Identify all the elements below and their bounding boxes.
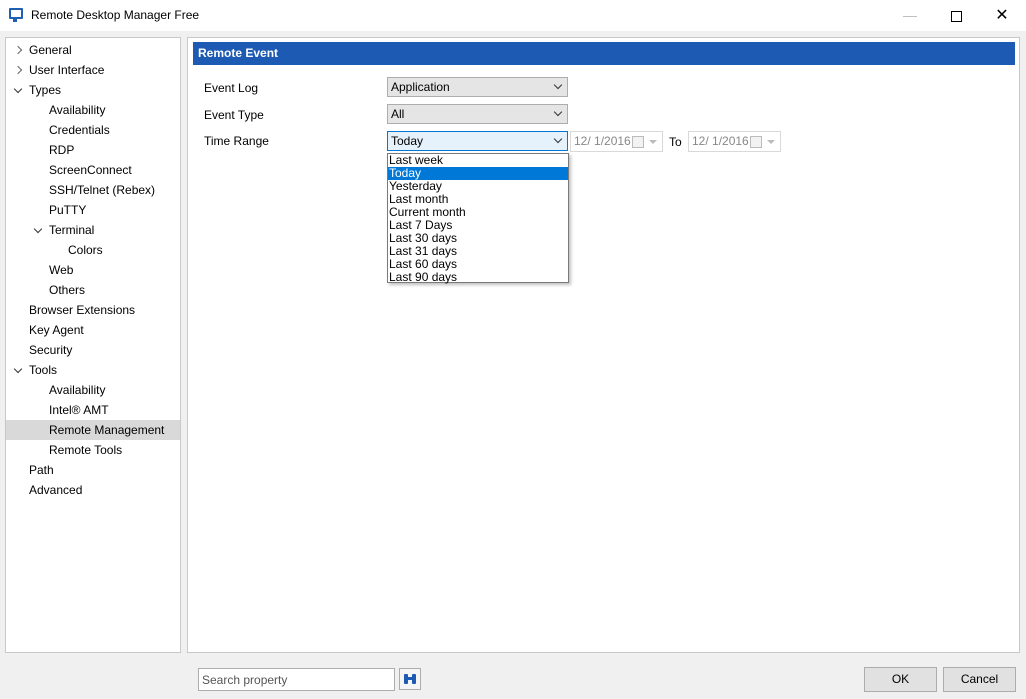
maximize-button[interactable] [933,0,979,31]
chevron-down-icon[interactable] [13,360,23,380]
minimize-button[interactable]: — [887,0,933,31]
chevron-right-icon[interactable] [13,40,23,60]
tree-item[interactable]: Credentials [6,120,180,140]
cancel-button[interactable]: Cancel [943,667,1016,692]
tree-item-label: Remote Management [49,423,165,437]
tree-item-label: ScreenConnect [49,163,132,177]
tree-item-label: Colors [68,243,103,257]
event-log-value: Application [391,80,450,94]
tree-item[interactable]: Path [6,460,180,480]
tree-item-label: Others [49,283,86,297]
tree-item[interactable]: Terminal [6,220,180,240]
tree-item[interactable]: PuTTY [6,200,180,220]
chevron-down-icon[interactable] [33,220,43,240]
maximize-icon [950,10,962,22]
tree-item-label: Web [49,263,74,277]
chevron-down-icon [553,80,563,90]
tree-item-label: SSH/Telnet (Rebex) [49,183,156,197]
time-range-dropdown-list[interactable]: Last week Today Yesterday Last month Current… [387,153,569,284]
tree-item[interactable]: Web [6,260,180,280]
tree-item[interactable]: Others [6,280,180,300]
event-type-value: All [391,107,405,121]
tree-item-label: Availability [49,103,106,117]
tree-item[interactable]: Advanced [6,480,180,500]
tree-item-label: Key Agent [29,323,84,337]
search-property-input[interactable] [198,668,395,691]
tree-item-label: Types [29,83,62,97]
chevron-down-icon [553,134,563,144]
app-icon [9,8,23,22]
event-log-label: Event Log [204,81,259,95]
tree-item-label: Terminal [49,223,95,237]
section-header: Remote Event [193,42,1015,65]
title-bar: Remote Desktop Manager Free — ✕ [0,0,1026,31]
event-type-combo[interactable]: All [387,104,568,124]
tree-item[interactable]: RDP [6,140,180,160]
tree-item-label: User Interface [29,63,105,77]
tree-item[interactable]: Key Agent [6,320,180,340]
date-to-picker[interactable]: 12/ 1/2016 [688,131,781,152]
tree-item[interactable]: Types [6,80,180,100]
tree-item[interactable]: ScreenConnect [6,160,180,180]
event-log-combo[interactable]: Application [387,77,568,97]
tree-item-label: Availability [49,383,106,397]
tree-item[interactable]: Tools [6,360,180,380]
search-button[interactable] [399,668,421,690]
tree-item-label: Advanced [29,483,83,497]
tree-item[interactable]: Availability [6,100,180,120]
tree-item-label: RDP [49,143,75,157]
chevron-down-icon [553,107,563,117]
tree-item[interactable]: Security [6,340,180,360]
tree-item-label: Security [29,343,73,357]
tree-item[interactable]: General [6,40,180,60]
date-from-picker[interactable]: 12/ 1/2016 [570,131,663,152]
calendar-icon [750,136,762,148]
tree-item-label: Tools [29,363,58,377]
tree-item[interactable]: Intel® AMT [6,400,180,420]
tree-item[interactable]: Remote Tools [6,440,180,460]
event-type-label: Event Type [204,108,264,122]
date-from-value: 12/ 1/2016 [574,134,631,148]
tree-item-label: Browser Extensions [29,303,136,317]
chevron-down-icon[interactable] [13,80,23,100]
tree-item[interactable]: Colors [6,240,180,260]
tree-item[interactable]: SSH/Telnet (Rebex) [6,180,180,200]
time-range-combo[interactable]: Today [387,131,568,151]
close-button[interactable]: ✕ [979,0,1025,31]
date-to-value: 12/ 1/2016 [692,134,749,148]
dropdown-option[interactable]: Last 90 days [388,271,568,284]
tree-item-label: Remote Tools [49,443,123,457]
chevron-right-icon[interactable] [13,60,23,80]
dropdown-arrow-icon [767,140,775,144]
dropdown-arrow-icon [649,140,657,144]
binoculars-icon [404,674,416,684]
ok-button[interactable]: OK [864,667,937,692]
tree-item-label: Intel® AMT [49,403,109,417]
to-label: To [669,135,682,149]
tree-item-label: PuTTY [49,203,87,217]
settings-tree[interactable]: General User Interface Types Availability Cr… [5,37,181,653]
time-range-label: Time Range [204,134,269,148]
tree-item-label: Path [29,463,54,477]
tree-item[interactable]: User Interface [6,60,180,80]
tree-item[interactable]: Availability [6,380,180,400]
tree-item[interactable]: Remote Management [6,420,180,440]
tree-item-label: Credentials [49,123,110,137]
tree-item-label: General [29,43,72,57]
settings-panel: Remote Event Event Log Application Event… [187,37,1020,653]
time-range-value: Today [391,134,424,148]
window-title: Remote Desktop Manager Free [31,8,200,22]
tree-item[interactable]: Browser Extensions [6,300,180,320]
calendar-icon [632,136,644,148]
